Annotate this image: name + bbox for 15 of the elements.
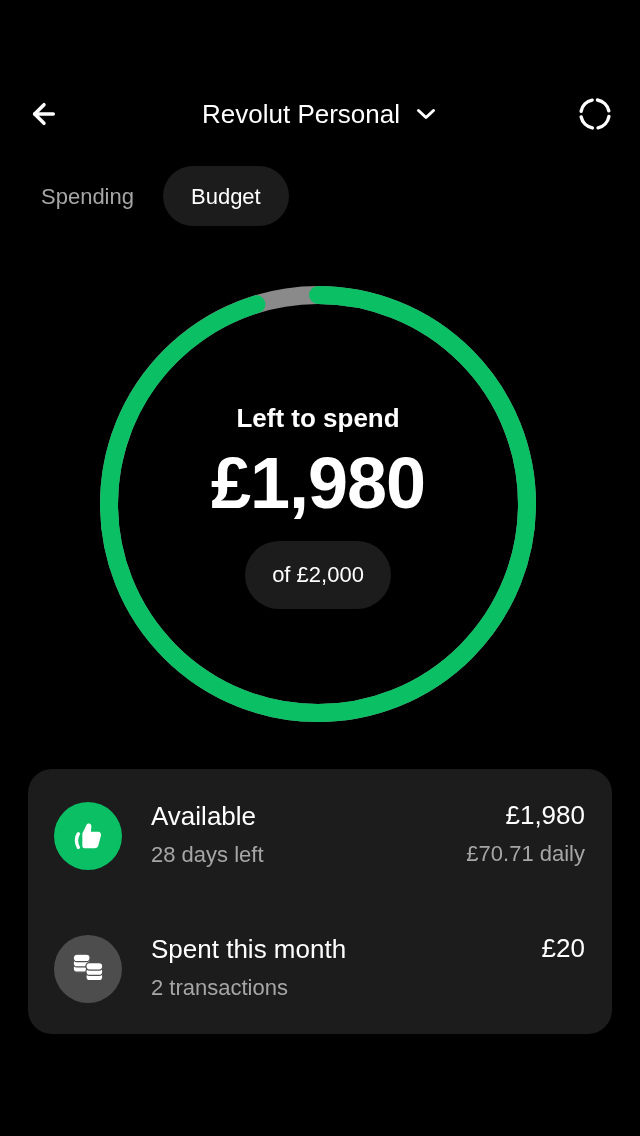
tab[interactable]: Budget: [163, 166, 289, 226]
budget-total: of £2,000: [245, 540, 391, 609]
daily-amount: £70.71 daily: [466, 840, 585, 868]
left-to-spend-amount: £1,980: [210, 442, 426, 523]
row-amount: £20: [541, 932, 585, 964]
row-amount: £1,980: [505, 799, 585, 831]
chevron-down-icon[interactable]: [416, 108, 436, 120]
row-title: Spent this month: [151, 933, 348, 965]
dashed-circle-icon[interactable]: [578, 97, 612, 131]
left-to-spend-label: Left to spend: [236, 401, 400, 434]
tab[interactable]: Spending: [13, 166, 162, 226]
row-subtitle: 28 days left: [151, 841, 265, 869]
row-title: Available: [151, 800, 258, 832]
row-subtitle: 2 transactions: [151, 974, 289, 1002]
account-title[interactable]: Revolut Personal: [202, 98, 400, 130]
